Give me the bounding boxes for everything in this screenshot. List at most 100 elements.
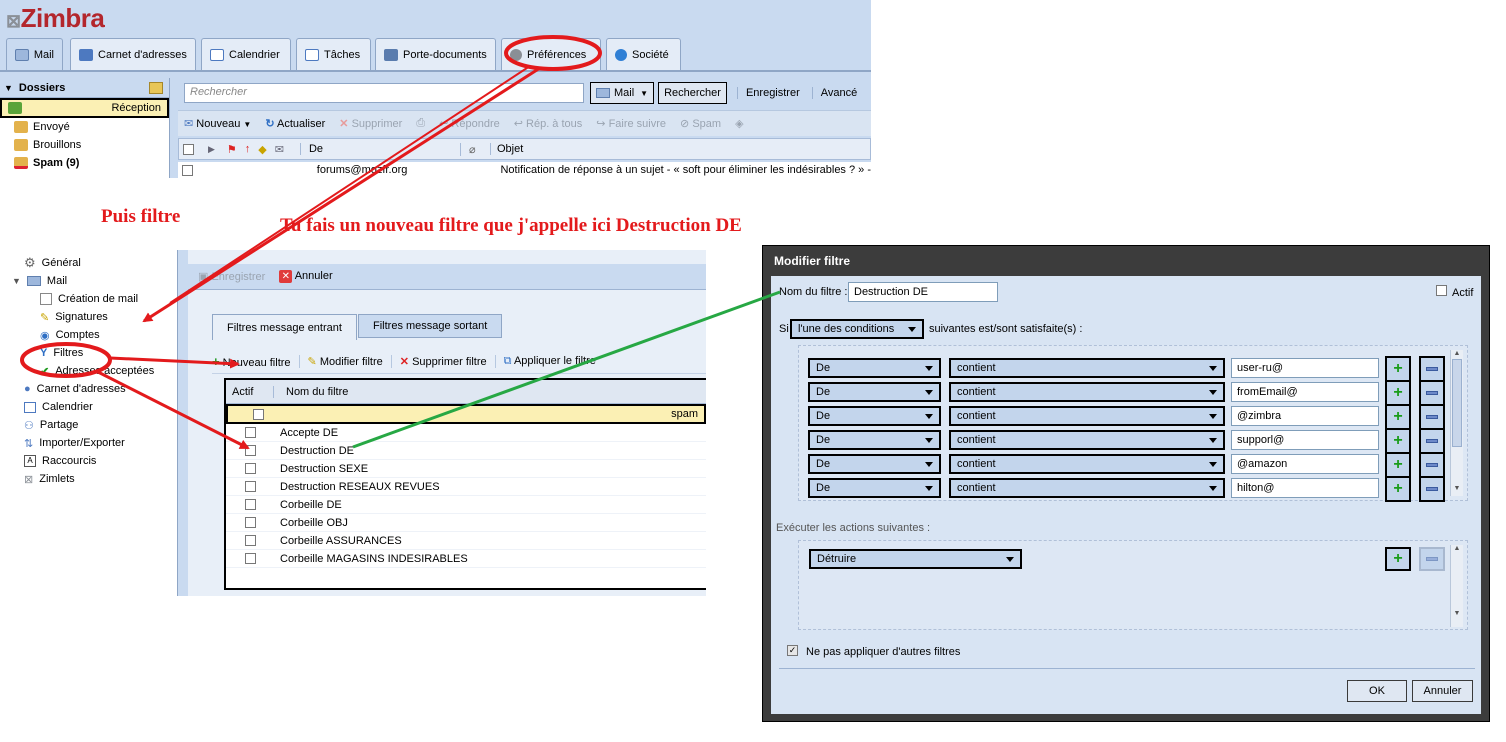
filter-name-input[interactable]: Destruction DE [848, 282, 998, 302]
condition-field-select[interactable]: De [808, 454, 941, 474]
expand-icon[interactable]: ▶ [208, 144, 215, 155]
message-checkbox[interactable] [182, 164, 193, 176]
delete-filter-button[interactable]: ✕ Supprimer filtre [390, 355, 487, 368]
nav-shortcuts[interactable]: A Raccourcis [10, 452, 177, 470]
tag-icon[interactable]: ◈ [735, 117, 743, 130]
spam-button[interactable]: ⊘ Spam [680, 117, 721, 130]
apply-filter-button[interactable]: ⧉ Appliquer le filtre [494, 355, 596, 368]
filter-row[interactable]: Corbeille OBJ [226, 514, 706, 532]
tab-outgoing-filters[interactable]: Filtres message sortant [358, 314, 503, 338]
column-filter-name[interactable]: Nom du filtre [274, 386, 348, 398]
nav-mail[interactable]: ▼ Mail [10, 272, 177, 290]
scroll-thumb[interactable] [1452, 359, 1462, 447]
tab-company[interactable]: Société [606, 38, 681, 70]
tab-preferences[interactable]: Préférences [501, 38, 601, 70]
add-action-button[interactable]: + [1385, 547, 1411, 571]
condition-field-select[interactable]: De [808, 358, 941, 378]
actions-scrollbar[interactable]: ▲ ▼ [1450, 545, 1463, 627]
filter-row[interactable]: Destruction RESEAUX REVUES [226, 478, 706, 496]
print-icon[interactable]: ⎙ [416, 117, 425, 130]
filter-row[interactable]: spam [226, 404, 706, 424]
folder-inbox[interactable]: Réception [0, 98, 169, 118]
filter-active-checkbox[interactable] [244, 427, 256, 438]
flag-icon[interactable]: ⚑ [227, 143, 237, 156]
filter-row[interactable]: Accepte DE [226, 424, 706, 442]
ok-button[interactable]: OK [1347, 680, 1407, 702]
filter-active-checkbox[interactable] [244, 517, 256, 528]
condition-field-select[interactable]: De [808, 406, 941, 426]
scroll-up-icon[interactable]: ▲ [1451, 350, 1463, 357]
nav-accounts[interactable]: ◉ Comptes [10, 326, 177, 344]
forward-button[interactable]: ↪ Faire suivre [596, 117, 666, 130]
filter-row[interactable]: Corbeille DE [226, 496, 706, 514]
filter-active-checkbox[interactable] [244, 481, 256, 492]
scroll-down-icon[interactable]: ▼ [1451, 485, 1463, 492]
remove-condition-button[interactable] [1419, 476, 1445, 502]
search-input[interactable]: Rechercher [184, 83, 584, 103]
tab-calendar[interactable]: Calendrier [201, 38, 291, 70]
tab-tasks[interactable]: Tâches [296, 38, 371, 70]
column-from[interactable]: De [299, 143, 460, 155]
condition-value-input[interactable]: supporl@ [1231, 430, 1379, 450]
new-folder-icon[interactable] [149, 81, 163, 94]
remove-action-button[interactable] [1419, 547, 1445, 571]
save-search-button[interactable]: Enregistrer [736, 87, 808, 99]
search-button[interactable]: Rechercher [658, 82, 727, 104]
edit-filter-button[interactable]: ✎ Modifier filtre [298, 355, 383, 368]
new-button[interactable]: ✉ Nouveau ▼ [184, 117, 251, 130]
add-condition-button[interactable]: + [1385, 452, 1411, 478]
remove-condition-button[interactable] [1419, 428, 1445, 454]
filter-row[interactable]: Corbeille MAGASINS INDESIRABLES [226, 550, 706, 568]
nav-accepted-addresses[interactable]: ✔ Adresses acceptées [10, 362, 177, 380]
folder-drafts[interactable]: Brouillons [0, 136, 169, 154]
condition-field-select[interactable]: De [808, 382, 941, 402]
tab-contacts[interactable]: Carnet d'adresses [70, 38, 196, 70]
nav-import-export[interactable]: ⇅ Importer/Exporter [10, 434, 177, 452]
save-button[interactable]: ▣ Enregistrer [198, 270, 265, 283]
nav-compose[interactable]: Création de mail [10, 290, 177, 308]
tag-icon[interactable]: ◆ [258, 143, 266, 156]
search-scope-select[interactable]: Mail ▼ [590, 82, 655, 104]
condition-operator-select[interactable]: contient [949, 430, 1225, 450]
filter-active-checkbox[interactable] [244, 553, 256, 564]
scroll-down-icon[interactable]: ▼ [1451, 610, 1463, 617]
filter-active-checkbox[interactable] [252, 408, 264, 420]
active-checkbox[interactable] [1436, 285, 1447, 296]
remove-condition-button[interactable] [1419, 380, 1445, 406]
reply-button[interactable]: ↩ Répondre [439, 117, 500, 130]
stop-filters-checkbox[interactable]: ✓ [787, 645, 798, 656]
column-subject[interactable]: Objet [489, 143, 523, 155]
advanced-search-button[interactable]: Avancé [811, 87, 866, 99]
condition-operator-select[interactable]: contient [949, 454, 1225, 474]
filter-active-checkbox[interactable] [244, 499, 256, 510]
filter-row[interactable]: Destruction SEXE [226, 460, 706, 478]
select-all-checkbox[interactable] [183, 143, 194, 155]
add-condition-button[interactable]: + [1385, 428, 1411, 454]
condition-value-input[interactable]: @amazon [1231, 454, 1379, 474]
message-row[interactable]: forums@mozfr.org Notification de réponse… [178, 162, 871, 178]
add-condition-button[interactable]: + [1385, 476, 1411, 502]
folder-sent[interactable]: Envoyé [0, 118, 169, 136]
delete-button[interactable]: ✕ Supprimer [339, 117, 402, 130]
condition-operator-select[interactable]: contient [949, 358, 1225, 378]
remove-condition-button[interactable] [1419, 356, 1445, 382]
remove-condition-button[interactable] [1419, 452, 1445, 478]
filter-row[interactable]: Corbeille ASSURANCES [226, 532, 706, 550]
attachment-icon[interactable]: ⌀ [459, 142, 490, 156]
new-filter-button[interactable]: + Nouveau filtre [212, 354, 291, 369]
reply-all-button[interactable]: ↩ Rép. à tous [514, 117, 583, 130]
filter-active-checkbox[interactable] [244, 463, 256, 474]
tab-incoming-filters[interactable]: Filtres message entrant [212, 314, 357, 340]
nav-general[interactable]: ⚙ Général [10, 254, 177, 272]
condition-operator-select[interactable]: contient [949, 406, 1225, 426]
add-condition-button[interactable]: + [1385, 404, 1411, 430]
dialog-cancel-button[interactable]: Annuler [1412, 680, 1473, 702]
refresh-button[interactable]: ↻ Actualiser [265, 117, 325, 130]
filter-row[interactable]: Destruction DE [226, 442, 706, 460]
nav-zimlets[interactable]: ⊠ Zimlets [10, 470, 177, 488]
nav-sharing[interactable]: ⚇ Partage [10, 416, 177, 434]
priority-icon[interactable]: ↑ [245, 143, 251, 155]
scroll-up-icon[interactable]: ▲ [1451, 545, 1463, 552]
tab-mail[interactable]: Mail [6, 38, 63, 71]
condition-value-input[interactable]: fromEmail@ [1231, 382, 1379, 402]
